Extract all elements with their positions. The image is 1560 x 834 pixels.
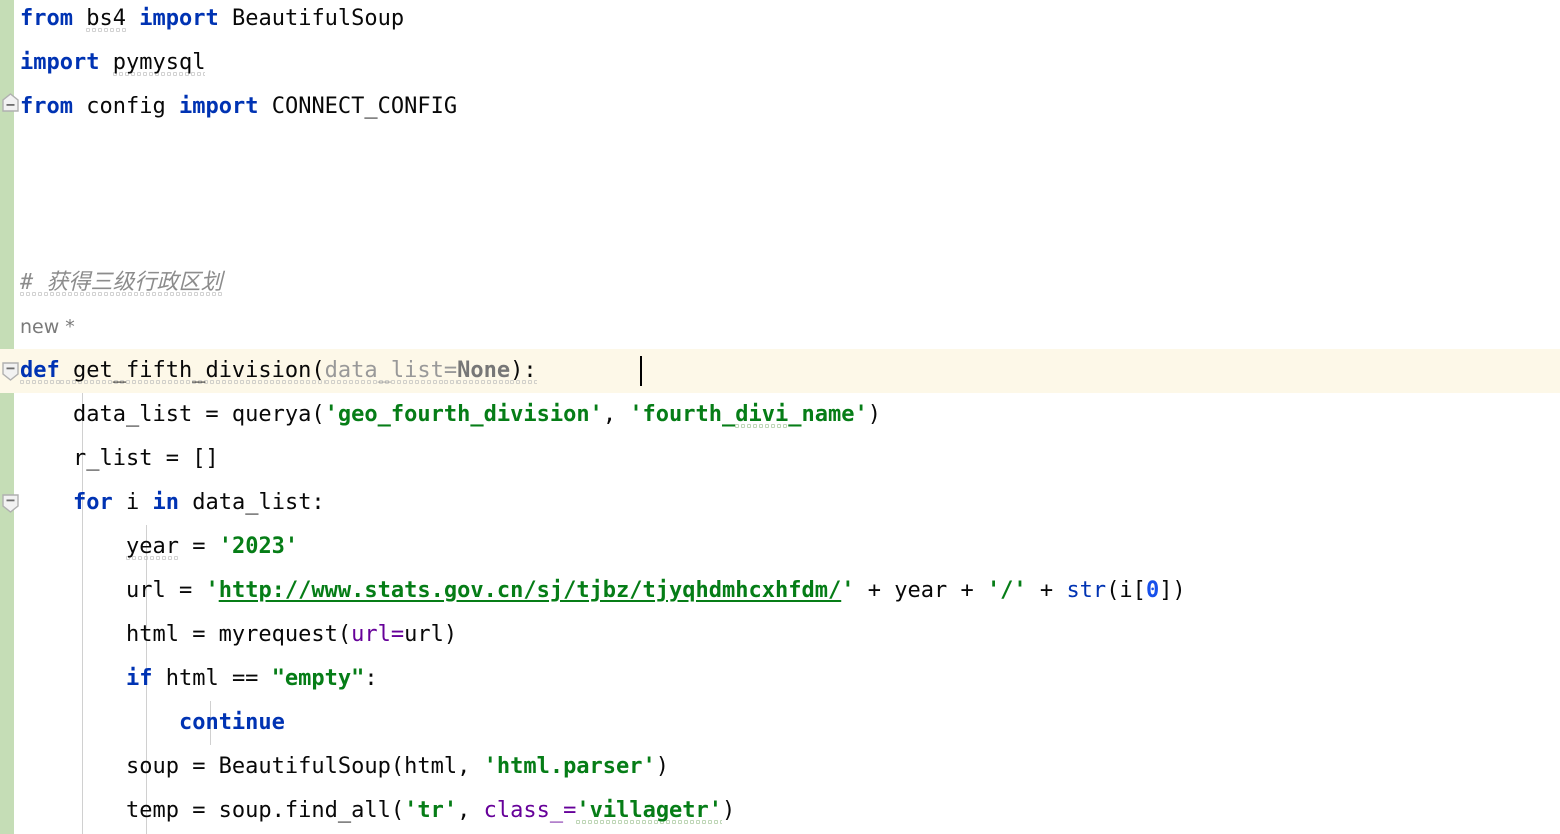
code-vision-hint[interactable]: new * <box>20 312 75 342</box>
token-quote-open: ' <box>205 578 219 603</box>
token-index-close: ]) <box>1159 578 1186 603</box>
token-kwarg-class: class_ <box>483 798 564 823</box>
token-close-paren: ) <box>443 622 458 647</box>
code-line-15[interactable]: if html == "empty": <box>0 657 1560 701</box>
token-keyword-in: in <box>152 490 179 515</box>
token-module-pymysql: pymysql <box>112 50 206 77</box>
token-assign-querya: data_list = querya( <box>72 402 325 427</box>
code-line-1[interactable]: from bs4 import BeautifulSoup <box>0 0 1560 41</box>
code-line-13[interactable]: url = 'http://www.stats.gov.cn/sj/tjbz/t… <box>0 569 1560 613</box>
token-loop-var: i <box>112 490 153 515</box>
token-string-empty: "empty" <box>271 666 365 691</box>
code-line-12[interactable]: year = '2023' <box>0 525 1560 569</box>
code-content[interactable]: from bs4 import BeautifulSoup import pym… <box>0 0 1560 834</box>
token-string-tr: 'tr' <box>404 798 458 823</box>
token-function-name: get_fifth_division( <box>59 358 325 385</box>
token-close-paren: ) <box>722 798 736 823</box>
token-string-geo-fourth-division: 'geo_fourth_division' <box>324 402 603 427</box>
token-equals: = <box>178 534 219 559</box>
token-colon: : <box>364 666 378 691</box>
token-string-divi: divi <box>735 402 789 429</box>
token-temp-assign: temp = soup.find_all( <box>125 798 405 823</box>
code-line-8[interactable]: def get_fifth_division(data_list=None): <box>0 349 1560 393</box>
token-string-html-parser: 'html.parser' <box>483 754 656 779</box>
code-line-7[interactable]: # 获得三级行政区划 <box>0 261 1560 305</box>
token-name-connect-config: CONNECT_CONFIG <box>271 94 458 119</box>
token-keyword-continue: continue <box>178 710 285 735</box>
token-close-paren: ) <box>655 754 670 779</box>
token-kwarg-value: url <box>404 622 444 647</box>
token-builtin-str: str <box>1066 578 1107 603</box>
token-module-config: config <box>86 94 166 119</box>
token-module-bs4: bs4 <box>86 6 126 33</box>
token-keyword-import: import <box>20 50 100 75</box>
code-line-2[interactable]: import pymysql <box>0 41 1560 85</box>
token-def-tail: ): <box>510 358 537 385</box>
code-line-16[interactable]: continue <box>0 701 1560 745</box>
token-iterable: data_list: <box>178 490 325 515</box>
token-string-2023: '2023' <box>218 534 299 559</box>
token-default-none: None <box>457 358 511 385</box>
code-line-10[interactable]: r_list = [] <box>0 437 1560 481</box>
token-string-name-suffix: _name' <box>788 402 868 427</box>
token-string-fourth-prefix: 'fourth_ <box>629 402 736 427</box>
token-keyword-for: for <box>72 490 113 515</box>
token-string-villagetr: 'villagetr' <box>576 798 723 825</box>
token-concat-year: + year + <box>854 578 987 603</box>
token-number-zero: 0 <box>1145 578 1160 603</box>
token-index-open: (i[ <box>1106 578 1146 603</box>
token-string-slash: '/' <box>986 578 1027 603</box>
token-var-year: year <box>125 534 179 561</box>
token-keyword-from: from <box>20 6 73 31</box>
token-keyword-import: import <box>139 6 219 31</box>
token-html-assign: html = myrequest( <box>125 622 352 647</box>
code-line-14[interactable]: html = myrequest(url=url) <box>0 613 1560 657</box>
token-parameter-data-list: data_list <box>324 358 444 385</box>
token-equals: = <box>443 358 458 385</box>
code-line-17[interactable]: soup = BeautifulSoup(html, 'html.parser'… <box>0 745 1560 789</box>
token-comma: , <box>457 798 484 823</box>
token-soup-assign: soup = BeautifulSoup(html, <box>125 754 484 779</box>
token-keyword-if: if <box>125 666 153 691</box>
text-caret <box>640 356 642 386</box>
token-comma: , <box>602 402 630 427</box>
token-kwarg-equals: = <box>390 622 405 647</box>
code-line-9[interactable]: data_list = querya('geo_fourth_division'… <box>0 393 1560 437</box>
token-comment-chinese: # 获得三级行政区划 <box>20 270 223 297</box>
code-editor[interactable]: from bs4 import BeautifulSoup import pym… <box>0 0 1560 834</box>
token-quote-close: ' <box>841 578 855 603</box>
token-kwarg-url: url <box>351 622 391 647</box>
token-keyword-import: import <box>178 94 259 119</box>
code-line-18[interactable]: temp = soup.find_all('tr', class_='villa… <box>0 789 1560 833</box>
token-r-list-assign: r_list = [] <box>72 446 219 471</box>
code-line-3[interactable]: from config import CONNECT_CONFIG <box>0 85 1560 129</box>
token-close-paren: ) <box>867 402 881 427</box>
url-hyperlink[interactable]: http://www.stats.gov.cn/sj/tjbz/tjyqhdmh… <box>219 578 842 603</box>
token-condition: html == <box>152 666 272 691</box>
token-kwarg-equals: = <box>563 798 577 823</box>
token-keyword-def: def <box>20 358 60 385</box>
token-url-assign: url = <box>125 578 206 603</box>
code-line-11[interactable]: for i in data_list: <box>0 481 1560 525</box>
token-plus: + <box>1026 578 1067 603</box>
token-keyword-from: from <box>20 94 73 119</box>
token-name-beautifulsoup: BeautifulSoup <box>231 6 405 31</box>
